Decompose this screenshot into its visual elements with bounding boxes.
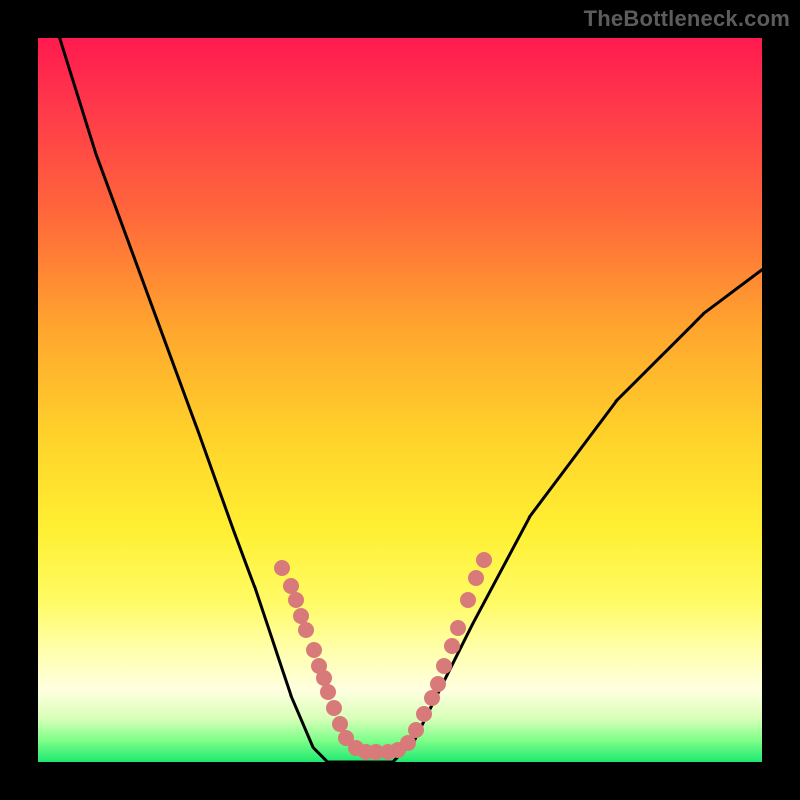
plot-area: [38, 38, 762, 762]
curve-marker: [460, 592, 476, 608]
curve-marker: [450, 620, 466, 636]
curve-marker: [436, 658, 452, 674]
curve-marker: [424, 690, 440, 706]
curve-marker: [476, 552, 492, 568]
curve-marker: [416, 706, 432, 722]
curve-marker: [430, 676, 446, 692]
watermark-text: TheBottleneck.com: [584, 6, 790, 32]
chart-frame: TheBottleneck.com: [0, 0, 800, 800]
curve-marker: [468, 570, 484, 586]
curve-marker: [288, 592, 304, 608]
curve-marker: [298, 622, 314, 638]
curve-marker: [320, 684, 336, 700]
curve-marker: [444, 638, 460, 654]
curve-line: [60, 38, 762, 762]
curve-marker: [306, 642, 322, 658]
curve-marker: [408, 722, 424, 738]
curve-marker: [326, 700, 342, 716]
curve-marker: [332, 716, 348, 732]
curve-marker: [283, 578, 299, 594]
curve-marker: [274, 560, 290, 576]
curve-marker: [316, 670, 332, 686]
chart-svg: [38, 38, 762, 762]
curve-marker: [293, 608, 309, 624]
